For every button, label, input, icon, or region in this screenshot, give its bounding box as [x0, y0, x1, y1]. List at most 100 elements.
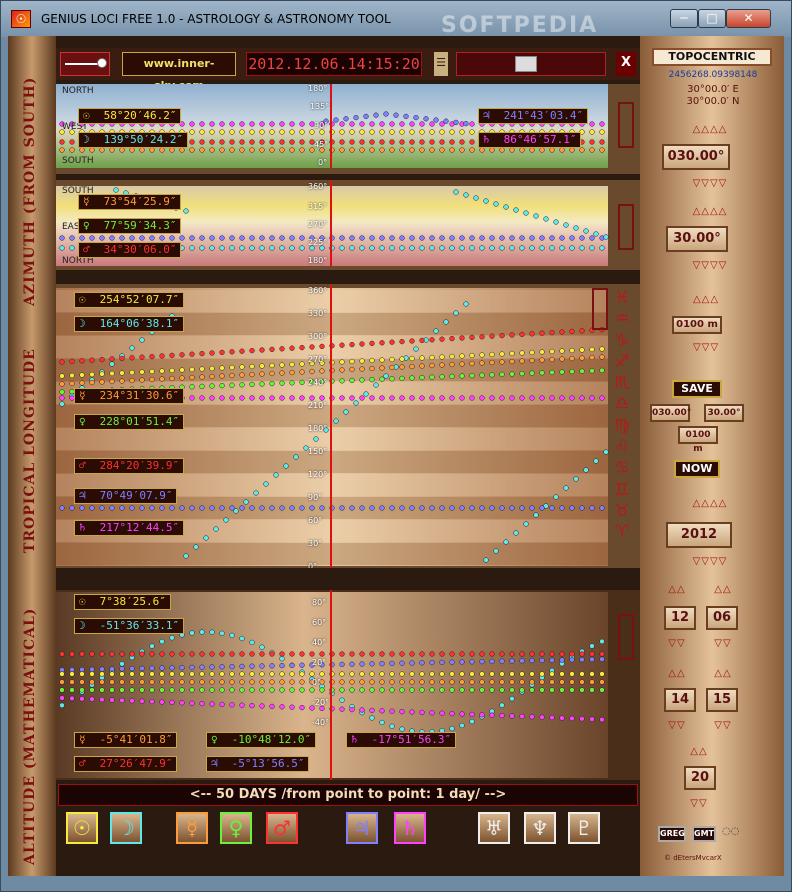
saved-altitude[interactable]: 0100 m [678, 426, 718, 454]
year-input[interactable]: 2012 [666, 522, 732, 548]
day-input[interactable]: 06 [706, 606, 738, 630]
scroll-handle[interactable] [618, 614, 634, 660]
minute-increase-arrows[interactable]: △△ [708, 668, 738, 679]
month-input[interactable]: 12 [664, 606, 696, 630]
month-increase-arrows[interactable]: △△ [662, 584, 692, 595]
saturn-point [539, 395, 545, 401]
planet-toggle-button[interactable]: ♃ [346, 812, 378, 844]
time-slider-thumb[interactable] [515, 56, 537, 72]
saturn-point [579, 716, 585, 722]
second-increase-arrows[interactable]: △△ [684, 746, 714, 757]
gmt-toggle[interactable]: GMT [692, 826, 716, 842]
mercury-point [529, 357, 535, 364]
lat-increase-arrows[interactable]: △△△△ [670, 206, 750, 217]
softpedia-watermark: SOFTPEDIA [441, 13, 599, 38]
save-button[interactable]: SAVE [672, 380, 722, 398]
zoom-slider[interactable] [60, 52, 110, 76]
second-input[interactable]: 20 [684, 766, 716, 790]
saturn-point [249, 395, 255, 401]
sun-point [409, 129, 415, 135]
moon-point [533, 213, 539, 219]
saturn-point [359, 395, 365, 401]
planet-toggle-button[interactable]: ☉ [66, 812, 98, 844]
title-bar[interactable]: ☉ GENIUS LOCI FREE 1.0 - ASTROLOGY & AST… [1, 1, 791, 38]
altitude-tick: -40° [312, 718, 330, 727]
sun-point [339, 129, 345, 135]
planet-toggle-button[interactable]: ♇ [568, 812, 600, 844]
scroll-handle[interactable] [618, 204, 634, 250]
topocentric-button[interactable]: TOPOCENTRIC [652, 48, 772, 66]
day-decrease-arrows[interactable]: ▽▽ [708, 638, 738, 649]
jupiter-point [589, 656, 595, 663]
mercury-point [339, 367, 345, 373]
alt-increase-arrows[interactable]: △△△ [676, 294, 736, 305]
mars-point [379, 340, 385, 346]
lat-decrease-arrows[interactable]: ▽▽▽▽ [670, 260, 750, 271]
sun-point [119, 671, 125, 677]
planet-toggle-button[interactable]: ♀ [220, 812, 252, 844]
jupiter-point [449, 659, 455, 665]
alt-decrease-arrows[interactable]: ▽▽▽ [676, 342, 736, 353]
minimize-button[interactable]: ─ [670, 9, 698, 28]
gregorian-toggle[interactable]: GREG [658, 826, 686, 842]
longitude-input[interactable]: 030.00° [662, 144, 730, 170]
month-decrease-arrows[interactable]: ▽▽ [662, 638, 692, 649]
mars-point [449, 651, 455, 657]
saved-longitude[interactable]: 030.00° [650, 404, 691, 422]
year-increase-arrows[interactable]: △△△△ [670, 498, 750, 509]
time-slider[interactable] [456, 52, 606, 76]
saturn-point [439, 710, 445, 716]
planet-toggle-button[interactable]: ☿ [176, 812, 208, 844]
altitude-tick: -20° [312, 698, 330, 707]
mercury-point [79, 380, 85, 386]
year-decrease-arrows[interactable]: ▽▽▽▽ [670, 556, 750, 567]
longitude-tick: 240° [308, 378, 328, 387]
day-increase-arrows[interactable]: △△ [708, 584, 738, 595]
minute-decrease-arrows[interactable]: ▽▽ [708, 720, 738, 731]
mercury-point [399, 147, 405, 153]
sun-point [279, 129, 285, 135]
planet-toggle-button[interactable]: ☽ [110, 812, 142, 844]
saturn-point [429, 121, 435, 127]
radio-icons[interactable]: ◌◌ [722, 826, 739, 837]
sun-point [479, 352, 485, 358]
sun-point [209, 365, 215, 372]
now-button[interactable]: NOW [674, 460, 720, 478]
moon-point [399, 726, 405, 732]
moon-point [59, 401, 65, 407]
saturn-point [149, 698, 155, 705]
hour-decrease-arrows[interactable]: ▽▽ [662, 720, 692, 731]
notes-icon[interactable]: ☰ [434, 52, 448, 76]
sun-point [459, 671, 465, 677]
scroll-handle[interactable] [592, 288, 608, 330]
hour-increase-arrows[interactable]: △△ [662, 668, 692, 679]
planet-toggle-button[interactable]: ♄ [394, 812, 426, 844]
planet-toggle-button[interactable]: ♅ [478, 812, 510, 844]
jupiter-point [439, 659, 445, 666]
altitude-input[interactable]: 0100 m [672, 316, 722, 334]
mercury-point [129, 679, 135, 685]
close-window-button[interactable]: ✕ [726, 9, 771, 28]
lon-decrease-arrows[interactable]: ▽▽▽▽ [670, 178, 750, 189]
minute-input[interactable]: 15 [706, 688, 738, 712]
hour-input[interactable]: 14 [664, 688, 696, 712]
lon-increase-arrows[interactable]: △△△△ [670, 124, 750, 135]
mercury-point [519, 147, 525, 153]
jupiter-point [589, 235, 595, 241]
jupiter-point [189, 664, 195, 671]
sun-point [239, 364, 245, 370]
latitude-input[interactable]: 30.00° [666, 226, 728, 252]
tick: 315° [308, 202, 328, 211]
scroll-handle[interactable] [618, 102, 634, 148]
planet-toggle-button[interactable]: ♂ [266, 812, 298, 844]
mercury-point [219, 679, 225, 685]
planet-toggle-button[interactable]: ♆ [524, 812, 556, 844]
second-decrease-arrows[interactable]: ▽▽ [684, 798, 714, 809]
venus-point [259, 687, 265, 693]
website-link[interactable]: www.inner-sky.com [122, 52, 236, 92]
mars-point [209, 139, 215, 145]
sun-point [249, 671, 255, 677]
maximize-button[interactable]: □ [698, 9, 726, 28]
close-button[interactable]: X [616, 52, 636, 76]
saved-latitude[interactable]: 30.00° [704, 404, 744, 422]
